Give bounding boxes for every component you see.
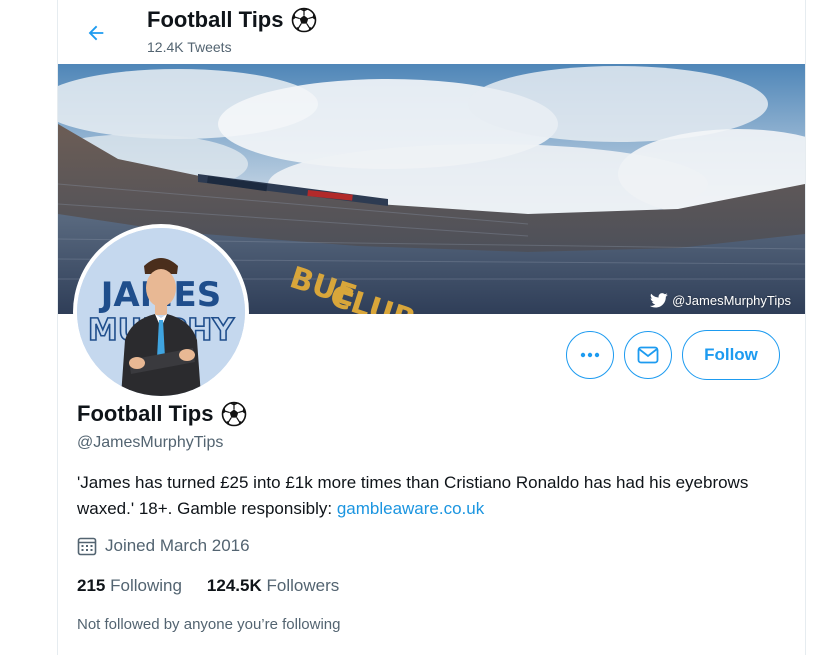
follow-button[interactable]: Follow xyxy=(682,330,780,380)
followers-stat[interactable]: 124.5K Followers xyxy=(207,576,339,596)
profile-name: Football Tips xyxy=(77,401,247,427)
avatar-illustration: JAMES MURPHY xyxy=(77,228,245,396)
following-label: Following xyxy=(110,576,182,595)
back-button[interactable] xyxy=(79,16,113,50)
message-button[interactable] xyxy=(624,331,672,379)
avatar-image: JAMES MURPHY xyxy=(77,228,245,396)
banner-watermark: @JamesMurphyTips xyxy=(650,293,791,308)
profile-bio: 'James has turned £25 into £1k more time… xyxy=(77,470,767,522)
profile-actions: Follow xyxy=(566,330,780,380)
twitter-bird-icon xyxy=(650,293,668,308)
header-title-text: Football Tips xyxy=(147,7,284,32)
more-button[interactable] xyxy=(566,331,614,379)
soccer-ball-icon xyxy=(222,401,247,427)
right-column-border xyxy=(805,0,806,655)
profile-name-text: Football Tips xyxy=(77,401,214,426)
soccer-ball-icon xyxy=(292,7,317,33)
envelope-icon xyxy=(637,346,659,364)
following-count: 215 xyxy=(77,576,106,595)
followers-label: Followers xyxy=(266,576,340,595)
profile-stats: 215 Following 124.5K Followers xyxy=(77,576,339,596)
tweet-count: 12.4K Tweets xyxy=(147,39,232,55)
calendar-icon xyxy=(77,537,97,556)
joined-text: Joined March 2016 xyxy=(105,536,250,555)
profile-avatar[interactable]: JAMES MURPHY xyxy=(73,224,249,400)
followers-count: 124.5K xyxy=(206,576,262,595)
arrow-left-icon xyxy=(88,25,104,41)
watermark-text: @JamesMurphyTips xyxy=(672,293,791,308)
not-followed-notice: Not followed by anyone you’re following xyxy=(77,616,341,633)
joined-date: Joined March 2016 xyxy=(77,536,250,556)
profile-handle: @JamesMurphyTips xyxy=(77,434,224,451)
profile-header: Football Tips 12.4K Tweets xyxy=(58,0,805,64)
header-title: Football Tips xyxy=(147,7,317,33)
following-stat[interactable]: 215 Following xyxy=(77,576,182,596)
bio-link[interactable]: gambleaware.co.uk xyxy=(337,499,484,518)
more-dots-icon xyxy=(580,352,600,358)
